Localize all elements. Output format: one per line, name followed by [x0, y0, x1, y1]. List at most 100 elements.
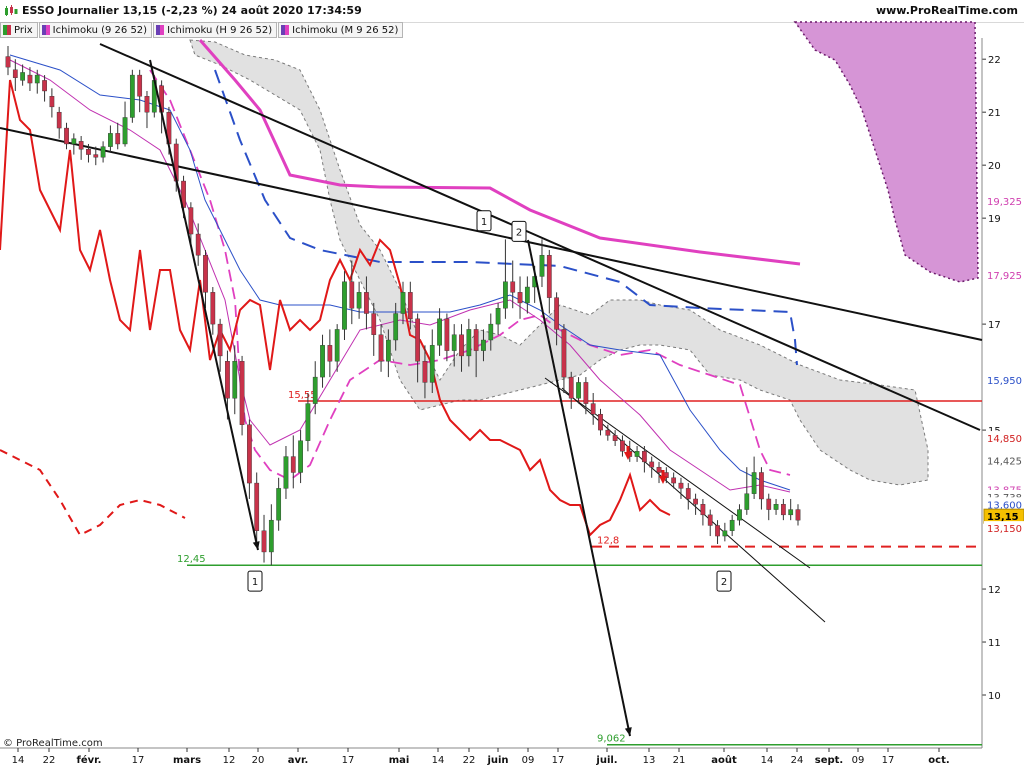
candle-body — [422, 361, 428, 383]
candle-body — [210, 292, 216, 325]
y-tick-label: 12 — [988, 585, 1001, 596]
candle-body — [122, 117, 128, 145]
candle-body — [400, 292, 406, 314]
x-tick-label: févr. — [77, 754, 102, 766]
candle-body — [371, 313, 377, 335]
candle-body — [612, 435, 618, 441]
candle-body — [415, 318, 421, 362]
candle-body — [56, 111, 62, 129]
x-tick-label: sept. — [815, 755, 843, 766]
candle-body — [283, 456, 289, 489]
signal-down-arrow-stem — [661, 470, 665, 476]
y-tick-label: 20 — [988, 161, 1001, 172]
candle-body — [129, 74, 135, 118]
candle-body — [751, 472, 757, 494]
candle-body — [671, 477, 677, 484]
x-tick-label: 09 — [852, 755, 865, 766]
candle-body — [188, 207, 194, 235]
y-tick-label: 10 — [988, 691, 1001, 702]
x-tick-label: avr. — [288, 755, 309, 766]
candle-body — [744, 493, 750, 510]
candle-body — [407, 292, 413, 320]
candle-body — [12, 69, 18, 78]
candle-body — [780, 504, 786, 516]
x-tick-label: 17 — [552, 755, 565, 766]
candle-body — [510, 281, 516, 293]
candle — [239, 355, 245, 436]
candle-body — [342, 281, 347, 330]
candle-body — [444, 318, 450, 351]
candle-body — [459, 334, 464, 357]
candle-body — [693, 498, 698, 505]
x-tick-label: 21 — [673, 755, 686, 766]
price-label: 15,950 — [987, 376, 1022, 387]
x-tick-label: 14 — [432, 755, 445, 766]
y-tick-label: 21 — [988, 108, 1001, 119]
candle-body — [429, 345, 435, 383]
price-label: 14,850 — [987, 434, 1022, 445]
candle-body — [481, 339, 486, 351]
x-tick-label: 24 — [791, 755, 804, 766]
candle-body — [568, 376, 574, 399]
candle-body — [437, 318, 442, 346]
candle-body — [620, 440, 625, 452]
candle-body — [276, 488, 282, 521]
candle-body — [598, 413, 603, 431]
candle — [129, 69, 135, 123]
candle-body — [86, 149, 91, 155]
candle-body — [378, 334, 384, 362]
x-tick-label: mars — [173, 755, 201, 766]
x-tick-label: 17 — [882, 755, 895, 766]
wave-marker-label: 1 — [252, 577, 258, 588]
price-chart[interactable]: 2221201917151211101422févr.17mars1220avr… — [0, 0, 1024, 768]
candle-body — [773, 504, 779, 510]
wave-marker-label: 2 — [516, 227, 522, 238]
level-label: 15,55 — [288, 390, 317, 401]
candle-body — [93, 154, 99, 158]
y-tick-label: 17 — [988, 320, 1001, 331]
candle-body — [115, 133, 121, 145]
candle-body — [473, 329, 479, 351]
x-tick-label: 22 — [463, 755, 476, 766]
candle-body — [290, 456, 296, 473]
candle-body — [715, 525, 720, 537]
candle-body — [78, 141, 84, 150]
candle-body — [788, 509, 794, 516]
candle-body — [203, 255, 208, 293]
x-tick-label: août — [711, 754, 737, 766]
x-tick-label: 17 — [132, 755, 145, 766]
candle-body — [678, 482, 684, 489]
candle-body — [503, 281, 508, 309]
candle-body — [327, 345, 333, 362]
candle-body — [364, 292, 369, 314]
candle-body — [312, 376, 318, 404]
candle-body — [108, 133, 113, 147]
candle-body — [49, 96, 55, 108]
candle-body — [225, 361, 230, 399]
x-tick-label: 13 — [643, 755, 656, 766]
candle-body — [495, 308, 501, 325]
x-tick-label: mai — [389, 755, 410, 766]
candle-body — [759, 472, 764, 500]
candle-body — [590, 403, 596, 415]
candle-body — [737, 509, 742, 521]
candle-body — [100, 146, 106, 158]
candle-body — [685, 488, 691, 500]
candle-body — [722, 530, 728, 537]
candle-body — [554, 297, 559, 330]
candle-body — [649, 461, 655, 468]
candle-body — [239, 361, 245, 425]
x-tick-label: 12 — [223, 755, 236, 766]
candle-body — [546, 255, 552, 298]
candle-body — [254, 482, 260, 531]
candle-body — [729, 519, 735, 531]
candle-body — [20, 72, 26, 81]
wave-marker-label: 2 — [721, 577, 727, 588]
candle-body — [583, 382, 589, 404]
candle-body — [320, 345, 325, 378]
candle-body — [488, 323, 494, 341]
candle-body — [217, 323, 223, 357]
candle-body — [561, 329, 567, 378]
x-tick-label: 14 — [761, 755, 774, 766]
y-tick-label: 22 — [988, 55, 1001, 66]
